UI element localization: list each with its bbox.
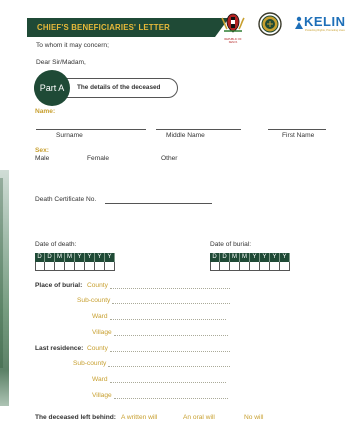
- date-cell-header: Y: [75, 253, 85, 262]
- residence-village-label: Village: [92, 392, 112, 399]
- date-cell-input[interactable]: [240, 262, 250, 271]
- date-cell-input[interactable]: [105, 262, 115, 271]
- date-cell-header: Y: [250, 253, 260, 262]
- seal-caption: REPUBLIC OF KENYA: [224, 38, 242, 44]
- residence-ward-label: Ward: [92, 376, 108, 383]
- date-cell-header: D: [45, 253, 55, 262]
- date-cell-input[interactable]: [230, 262, 240, 271]
- option-written-will[interactable]: A written will: [121, 414, 157, 421]
- date-cell-header: M: [65, 253, 75, 262]
- date-cell-header: Y: [95, 253, 105, 262]
- residence-county-input[interactable]: [110, 351, 230, 352]
- surname-line[interactable]: [36, 129, 146, 130]
- date-cell-header: Y: [270, 253, 280, 262]
- date-cell-input[interactable]: [270, 262, 280, 271]
- burial-ward-label: Ward: [92, 313, 108, 320]
- kelin-logo: KELIN Protecting Rights, Promoting Lives: [294, 14, 350, 36]
- date-cell-input[interactable]: [75, 262, 85, 271]
- residence-subcounty-label: Sub-county: [73, 360, 107, 367]
- residence-subcounty-input[interactable]: [108, 366, 230, 367]
- date-cell-input[interactable]: [65, 262, 75, 271]
- date-cell-header: Y: [260, 253, 270, 262]
- first-name-caption: First Name: [282, 132, 315, 139]
- name-label: Name:: [35, 108, 56, 115]
- residence-ward-input[interactable]: [110, 382, 226, 383]
- date-of-death-label: Date of death:: [35, 241, 77, 248]
- sex-option-female[interactable]: Female: [87, 155, 109, 162]
- date-cell-header: M: [55, 253, 65, 262]
- date-cell-header: D: [210, 253, 220, 262]
- burial-village-label: Village: [92, 329, 112, 336]
- left-behind-label: The deceased left behind:: [35, 414, 116, 421]
- sex-option-other[interactable]: Other: [161, 155, 178, 162]
- kelin-figure-icon: [295, 16, 303, 29]
- death-certificate-label: Death Certificate No.: [35, 196, 97, 203]
- greeting-line-1: To whom it may concern;: [36, 42, 109, 49]
- date-cell-input[interactable]: [55, 262, 65, 271]
- date-cell-header: Y: [85, 253, 95, 262]
- sex-option-male[interactable]: Male: [35, 155, 49, 162]
- middle-name-caption: Middle Name: [166, 132, 205, 139]
- date-of-death-grid[interactable]: D D M M Y Y Y Y: [35, 253, 115, 271]
- burial-village-input[interactable]: [114, 335, 228, 336]
- burial-ward-input[interactable]: [110, 319, 226, 320]
- burial-county-label: County: [87, 282, 108, 289]
- burial-county-input[interactable]: [110, 288, 230, 289]
- left-photo-strip-detail: [0, 178, 3, 368]
- date-cell-input[interactable]: [210, 262, 220, 271]
- sex-label: Sex:: [35, 147, 49, 154]
- surname-caption: Surname: [56, 132, 83, 139]
- first-name-line[interactable]: [268, 129, 326, 130]
- last-residence-label: Last residence:: [35, 345, 84, 352]
- date-cell-input[interactable]: [220, 262, 230, 271]
- date-cell-header: D: [220, 253, 230, 262]
- letter-title: CHIEF'S BENEFICIARIES' LETTER: [37, 23, 170, 32]
- part-a-badge: Part A: [34, 70, 70, 106]
- date-cell-header: D: [35, 253, 45, 262]
- date-cell-header: M: [230, 253, 240, 262]
- option-oral-will[interactable]: An oral will: [183, 414, 215, 421]
- burial-subcounty-label: Sub-county: [77, 297, 111, 304]
- date-cell-input[interactable]: [280, 262, 290, 271]
- date-cell-input[interactable]: [95, 262, 105, 271]
- part-a-label: Part A: [39, 83, 65, 93]
- option-no-will[interactable]: No will: [244, 414, 263, 421]
- date-cell-input[interactable]: [260, 262, 270, 271]
- greeting-line-2: Dear Sir/Madam,: [36, 59, 86, 66]
- judiciary-seal-icon: [258, 12, 282, 36]
- part-a-title: The details of the deceased: [77, 84, 161, 91]
- residence-village-input[interactable]: [114, 398, 228, 399]
- brand-tagline: Protecting Rights, Promoting Lives: [305, 29, 345, 32]
- date-cell-header: M: [240, 253, 250, 262]
- brand-name: KELIN: [304, 14, 346, 29]
- date-cell-header: Y: [280, 253, 290, 262]
- letter-title-banner: CHIEF'S BENEFICIARIES' LETTER: [27, 18, 229, 37]
- middle-name-line[interactable]: [156, 129, 241, 130]
- date-cell-input[interactable]: [35, 262, 45, 271]
- date-cell-input[interactable]: [85, 262, 95, 271]
- residence-county-label: County: [87, 345, 108, 352]
- coat-of-arms-icon: REPUBLIC OF KENYA: [220, 12, 246, 44]
- death-certificate-input-line[interactable]: [105, 203, 212, 204]
- date-cell-input[interactable]: [45, 262, 55, 271]
- date-of-burial-grid[interactable]: D D M M Y Y Y Y: [210, 253, 290, 271]
- place-of-burial-label: Place of burial:: [35, 282, 83, 289]
- burial-subcounty-input[interactable]: [112, 303, 230, 304]
- date-cell-header: Y: [105, 253, 115, 262]
- date-cell-input[interactable]: [250, 262, 260, 271]
- date-of-burial-label: Date of burial:: [210, 241, 252, 248]
